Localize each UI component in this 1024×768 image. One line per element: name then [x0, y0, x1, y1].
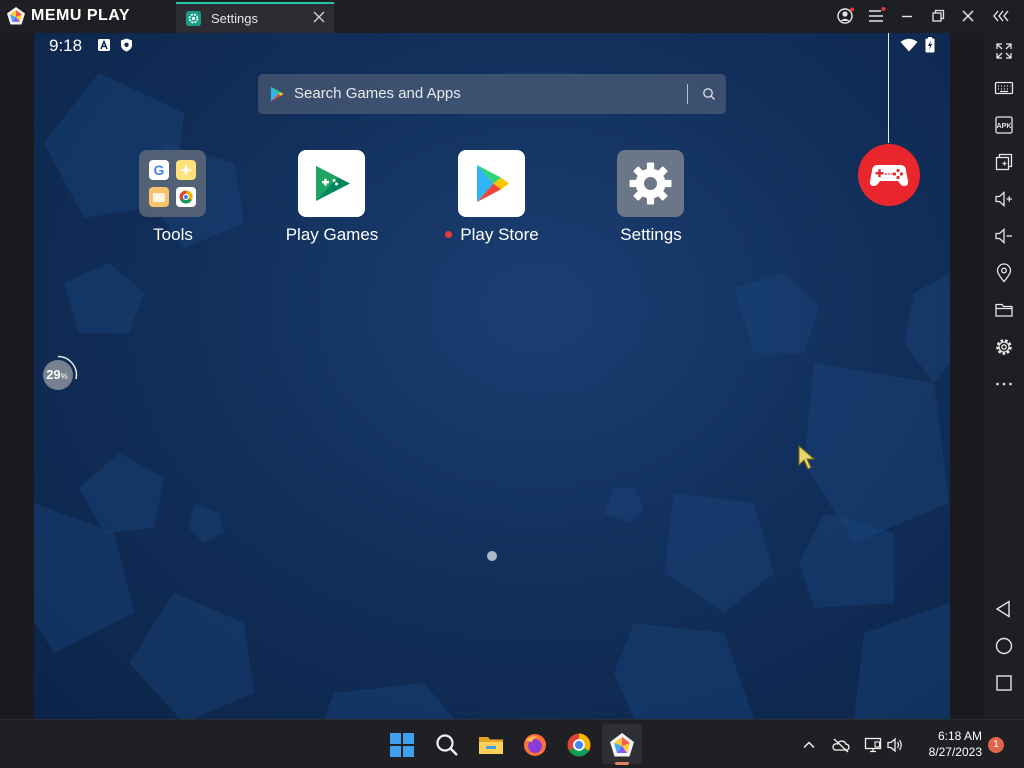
apk-icon[interactable]: APK [994, 115, 1014, 135]
app-play-games[interactable]: Play Games [272, 149, 392, 249]
play-store-icon [458, 150, 525, 217]
app-brand: MEMU PLAY [31, 7, 131, 24]
app-play-store[interactable]: Play Store [432, 149, 552, 249]
keyboard-icon[interactable] [994, 78, 1014, 98]
notification-badge[interactable]: 1 [988, 737, 1004, 753]
back-icon[interactable] [994, 599, 1014, 619]
minimize-icon[interactable] [897, 6, 917, 26]
clock-date: 8/27/2023 [928, 745, 982, 759]
play-logo-icon [271, 86, 284, 102]
search-icon[interactable] [701, 86, 717, 102]
close-icon[interactable] [958, 6, 978, 26]
close-tab-icon[interactable] [310, 8, 328, 26]
app-settings[interactable]: Settings [591, 149, 711, 249]
network-icon[interactable] [864, 736, 882, 754]
firefox-icon[interactable] [522, 732, 548, 758]
new-indicator-dot [445, 231, 453, 238]
file-explorer-icon[interactable] [478, 732, 504, 758]
account-icon[interactable] [835, 6, 855, 26]
settings-tab-icon [186, 11, 201, 26]
app-tools[interactable]: G Tools [113, 149, 233, 249]
system-clock[interactable]: 6:18 AM 8/27/2023 [912, 728, 982, 760]
a-notification-icon [98, 39, 110, 51]
collapse-sidebar-icon[interactable] [992, 6, 1012, 26]
clock-time: 6:18 AM [937, 729, 982, 743]
recents-icon[interactable] [994, 673, 1014, 693]
active-app-indicator [615, 762, 629, 765]
onedrive-icon[interactable] [832, 736, 850, 754]
shield-icon [121, 38, 132, 52]
more-icon[interactable] [994, 374, 1014, 394]
search-icon[interactable] [434, 732, 460, 758]
memu-logo-icon [7, 7, 25, 25]
progress-value: 29% [46, 367, 68, 382]
gamepad-icon[interactable] [858, 144, 920, 206]
tools-folder-icon: G [139, 150, 206, 217]
settings-icon[interactable] [994, 337, 1014, 357]
volume-down-icon[interactable] [994, 226, 1014, 246]
emulator-sidebar: APK [985, 33, 1024, 719]
svg-text:APK: APK [997, 123, 1012, 130]
chrome-icon[interactable] [566, 732, 592, 758]
search-divider [687, 84, 688, 104]
chevron-up-icon[interactable] [800, 736, 818, 754]
windows-start-icon[interactable] [389, 732, 415, 758]
tab-label: Settings [211, 11, 258, 26]
windows-taskbar: 6:18 AM 8/27/2023 1 [0, 719, 1024, 768]
app-label: Tools [153, 225, 193, 244]
wifi-icon [900, 38, 918, 52]
search-bar[interactable]: Search Games and Apps [258, 74, 726, 114]
title-bar: MEMU PLAY Settings [0, 0, 1024, 33]
volume-icon[interactable] [886, 736, 904, 754]
battery-icon [925, 37, 935, 53]
home-icon[interactable] [994, 636, 1014, 656]
mouse-cursor-icon [798, 445, 816, 470]
svg-text:G: G [154, 162, 165, 178]
status-time: 9:18 [49, 36, 83, 55]
tab-settings[interactable]: Settings [176, 2, 334, 33]
location-icon[interactable] [994, 263, 1014, 283]
app-label: Settings [620, 225, 682, 244]
multi-instance-icon[interactable] [994, 152, 1014, 172]
restore-icon[interactable] [928, 6, 948, 26]
fullscreen-icon[interactable] [994, 41, 1014, 61]
gamepad-drag-line [888, 33, 889, 143]
settings-gear-icon [617, 150, 684, 217]
play-games-icon [298, 150, 365, 217]
wallpaper-pentagons [34, 73, 950, 719]
app-label: Play Store [432, 225, 552, 245]
folder-icon[interactable] [994, 300, 1014, 320]
app-label: Play Games [285, 225, 379, 244]
page-indicator [487, 551, 497, 561]
android-screen[interactable]: 9:18 Search Games and Apps G Tools Play … [34, 33, 950, 719]
volume-up-icon[interactable] [994, 189, 1014, 209]
menu-icon[interactable] [866, 6, 886, 26]
search-input[interactable]: Search Games and Apps [294, 85, 461, 102]
memu-icon[interactable] [609, 732, 635, 758]
